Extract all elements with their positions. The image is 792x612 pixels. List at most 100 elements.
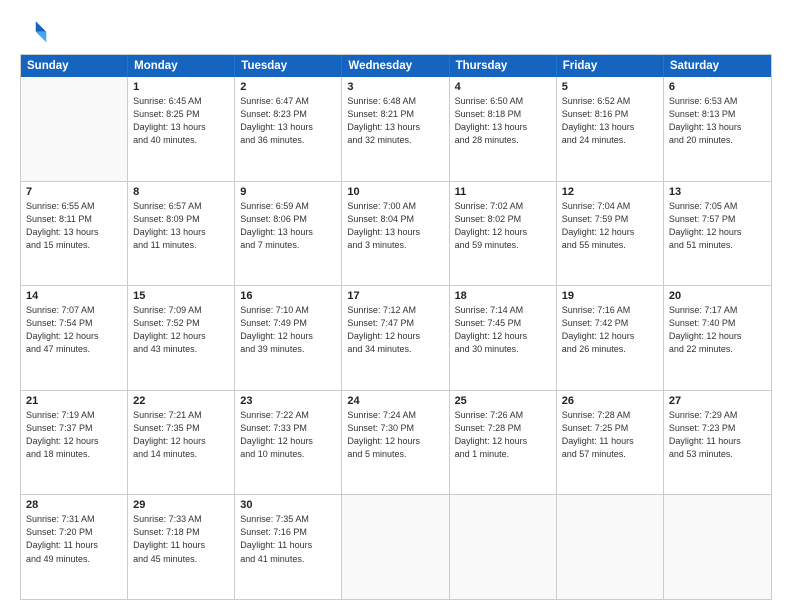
day-number: 1	[133, 81, 229, 93]
calendar-cell: 28Sunrise: 7:31 AM Sunset: 7:20 PM Dayli…	[21, 495, 128, 599]
weekday-header-friday: Friday	[557, 55, 664, 77]
day-info: Sunrise: 7:28 AM Sunset: 7:25 PM Dayligh…	[562, 409, 658, 461]
calendar-cell	[21, 77, 128, 181]
day-number: 19	[562, 290, 658, 302]
calendar-cell: 24Sunrise: 7:24 AM Sunset: 7:30 PM Dayli…	[342, 391, 449, 495]
day-info: Sunrise: 7:07 AM Sunset: 7:54 PM Dayligh…	[26, 304, 122, 356]
calendar-cell: 10 Sunrise: 7:00 AM Sunset: 8:04 PM Dayli…	[342, 182, 449, 286]
calendar-cell: 12 Sunrise: 7:04 AM Sunset: 7:59 PM Dayli…	[557, 182, 664, 286]
day-info: Sunrise: 7:35 AM Sunset: 7:16 PM Dayligh…	[240, 513, 336, 565]
day-number: 15	[133, 290, 229, 302]
calendar-cell: 27Sunrise: 7:29 AM Sunset: 7:23 PM Dayli…	[664, 391, 771, 495]
day-number: 9	[240, 186, 336, 198]
calendar-cell: 9 Sunrise: 6:59 AM Sunset: 8:06 PM Daylig…	[235, 182, 342, 286]
page: SundayMondayTuesdayWednesdayThursdayFrid…	[0, 0, 792, 612]
day-number: 22	[133, 395, 229, 407]
day-info: Sunrise: 6:59 AM Sunset: 8:06 PM Dayligh…	[240, 200, 336, 252]
day-info: Sunrise: 7:17 AM Sunset: 7:40 PM Dayligh…	[669, 304, 766, 356]
weekday-header-wednesday: Wednesday	[342, 55, 449, 77]
day-number: 17	[347, 290, 443, 302]
day-number: 20	[669, 290, 766, 302]
calendar-row-4: 28Sunrise: 7:31 AM Sunset: 7:20 PM Dayli…	[21, 494, 771, 599]
weekday-header-tuesday: Tuesday	[235, 55, 342, 77]
day-number: 11	[455, 186, 551, 198]
day-number: 23	[240, 395, 336, 407]
day-number: 10	[347, 186, 443, 198]
day-info: Sunrise: 7:29 AM Sunset: 7:23 PM Dayligh…	[669, 409, 766, 461]
calendar-cell: 3Sunrise: 6:48 AM Sunset: 8:21 PM Daylig…	[342, 77, 449, 181]
day-number: 25	[455, 395, 551, 407]
day-number: 8	[133, 186, 229, 198]
day-info: Sunrise: 6:45 AM Sunset: 8:25 PM Dayligh…	[133, 95, 229, 147]
day-info: Sunrise: 7:22 AM Sunset: 7:33 PM Dayligh…	[240, 409, 336, 461]
weekday-header-thursday: Thursday	[450, 55, 557, 77]
calendar-cell: 19 Sunrise: 7:16 AM Sunset: 7:42 PM Dayli…	[557, 286, 664, 390]
day-info: Sunrise: 6:47 AM Sunset: 8:23 PM Dayligh…	[240, 95, 336, 147]
day-number: 7	[26, 186, 122, 198]
day-info: Sunrise: 7:09 AM Sunset: 7:52 PM Dayligh…	[133, 304, 229, 356]
calendar-cell	[557, 495, 664, 599]
day-number: 16	[240, 290, 336, 302]
calendar-body: 1 Sunrise: 6:45 AM Sunset: 8:25 PM Daylig…	[21, 77, 771, 599]
day-info: Sunrise: 6:57 AM Sunset: 8:09 PM Dayligh…	[133, 200, 229, 252]
calendar-cell: 25 Sunrise: 7:26 AM Sunset: 7:28 PM Dayli…	[450, 391, 557, 495]
day-number: 13	[669, 186, 766, 198]
calendar-row-1: 7 Sunrise: 6:55 AM Sunset: 8:11 PM Daylig…	[21, 181, 771, 286]
day-number: 29	[133, 499, 229, 511]
day-number: 18	[455, 290, 551, 302]
day-number: 30	[240, 499, 336, 511]
day-info: Sunrise: 6:53 AM Sunset: 8:13 PM Dayligh…	[669, 95, 766, 147]
day-number: 12	[562, 186, 658, 198]
day-info: Sunrise: 7:21 AM Sunset: 7:35 PM Dayligh…	[133, 409, 229, 461]
day-info: Sunrise: 7:14 AM Sunset: 7:45 PM Dayligh…	[455, 304, 551, 356]
day-info: Sunrise: 7:02 AM Sunset: 8:02 PM Dayligh…	[455, 200, 551, 252]
calendar-cell: 6 Sunrise: 6:53 AM Sunset: 8:13 PM Daylig…	[664, 77, 771, 181]
calendar-cell: 30 Sunrise: 7:35 AM Sunset: 7:16 PM Dayli…	[235, 495, 342, 599]
weekday-header-sunday: Sunday	[21, 55, 128, 77]
calendar-cell	[450, 495, 557, 599]
day-info: Sunrise: 7:33 AM Sunset: 7:18 PM Dayligh…	[133, 513, 229, 565]
calendar-cell: 16 Sunrise: 7:10 AM Sunset: 7:49 PM Dayli…	[235, 286, 342, 390]
weekday-header-saturday: Saturday	[664, 55, 771, 77]
calendar-cell: 26 Sunrise: 7:28 AM Sunset: 7:25 PM Dayli…	[557, 391, 664, 495]
day-info: Sunrise: 7:05 AM Sunset: 7:57 PM Dayligh…	[669, 200, 766, 252]
day-info: Sunrise: 7:19 AM Sunset: 7:37 PM Dayligh…	[26, 409, 122, 461]
header	[20, 16, 772, 44]
day-number: 21	[26, 395, 122, 407]
calendar-cell	[342, 495, 449, 599]
day-info: Sunrise: 7:04 AM Sunset: 7:59 PM Dayligh…	[562, 200, 658, 252]
calendar-cell: 2 Sunrise: 6:47 AM Sunset: 8:23 PM Daylig…	[235, 77, 342, 181]
day-info: Sunrise: 7:12 AM Sunset: 7:47 PM Dayligh…	[347, 304, 443, 356]
day-info: Sunrise: 7:00 AM Sunset: 8:04 PM Dayligh…	[347, 200, 443, 252]
day-info: Sunrise: 6:55 AM Sunset: 8:11 PM Dayligh…	[26, 200, 122, 252]
day-info: Sunrise: 7:16 AM Sunset: 7:42 PM Dayligh…	[562, 304, 658, 356]
calendar-cell: 21 Sunrise: 7:19 AM Sunset: 7:37 PM Dayli…	[21, 391, 128, 495]
day-number: 6	[669, 81, 766, 93]
weekday-header-monday: Monday	[128, 55, 235, 77]
calendar-cell: 5Sunrise: 6:52 AM Sunset: 8:16 PM Daylig…	[557, 77, 664, 181]
day-number: 2	[240, 81, 336, 93]
calendar-cell: 14 Sunrise: 7:07 AM Sunset: 7:54 PM Dayli…	[21, 286, 128, 390]
calendar-row-3: 21 Sunrise: 7:19 AM Sunset: 7:37 PM Dayli…	[21, 390, 771, 495]
day-info: Sunrise: 7:24 AM Sunset: 7:30 PM Dayligh…	[347, 409, 443, 461]
calendar-cell: 29 Sunrise: 7:33 AM Sunset: 7:18 PM Dayli…	[128, 495, 235, 599]
calendar-cell: 7 Sunrise: 6:55 AM Sunset: 8:11 PM Daylig…	[21, 182, 128, 286]
day-number: 28	[26, 499, 122, 511]
calendar-cell: 11 Sunrise: 7:02 AM Sunset: 8:02 PM Dayli…	[450, 182, 557, 286]
calendar-cell: 15 Sunrise: 7:09 AM Sunset: 7:52 PM Dayli…	[128, 286, 235, 390]
day-info: Sunrise: 7:10 AM Sunset: 7:49 PM Dayligh…	[240, 304, 336, 356]
day-info: Sunrise: 7:26 AM Sunset: 7:28 PM Dayligh…	[455, 409, 551, 461]
calendar-cell: 17 Sunrise: 7:12 AM Sunset: 7:47 PM Dayli…	[342, 286, 449, 390]
calendar-row-0: 1 Sunrise: 6:45 AM Sunset: 8:25 PM Daylig…	[21, 77, 771, 181]
calendar-cell: 4Sunrise: 6:50 AM Sunset: 8:18 PM Daylig…	[450, 77, 557, 181]
calendar-cell: 22 Sunrise: 7:21 AM Sunset: 7:35 PM Dayli…	[128, 391, 235, 495]
calendar-cell: 20 Sunrise: 7:17 AM Sunset: 7:40 PM Dayli…	[664, 286, 771, 390]
day-number: 26	[562, 395, 658, 407]
calendar-cell: 18 Sunrise: 7:14 AM Sunset: 7:45 PM Dayli…	[450, 286, 557, 390]
calendar-cell: 1 Sunrise: 6:45 AM Sunset: 8:25 PM Daylig…	[128, 77, 235, 181]
logo	[20, 16, 52, 44]
day-number: 14	[26, 290, 122, 302]
calendar-cell: 13 Sunrise: 7:05 AM Sunset: 7:57 PM Dayli…	[664, 182, 771, 286]
day-info: Sunrise: 6:52 AM Sunset: 8:16 PM Dayligh…	[562, 95, 658, 147]
day-number: 4	[455, 81, 551, 93]
